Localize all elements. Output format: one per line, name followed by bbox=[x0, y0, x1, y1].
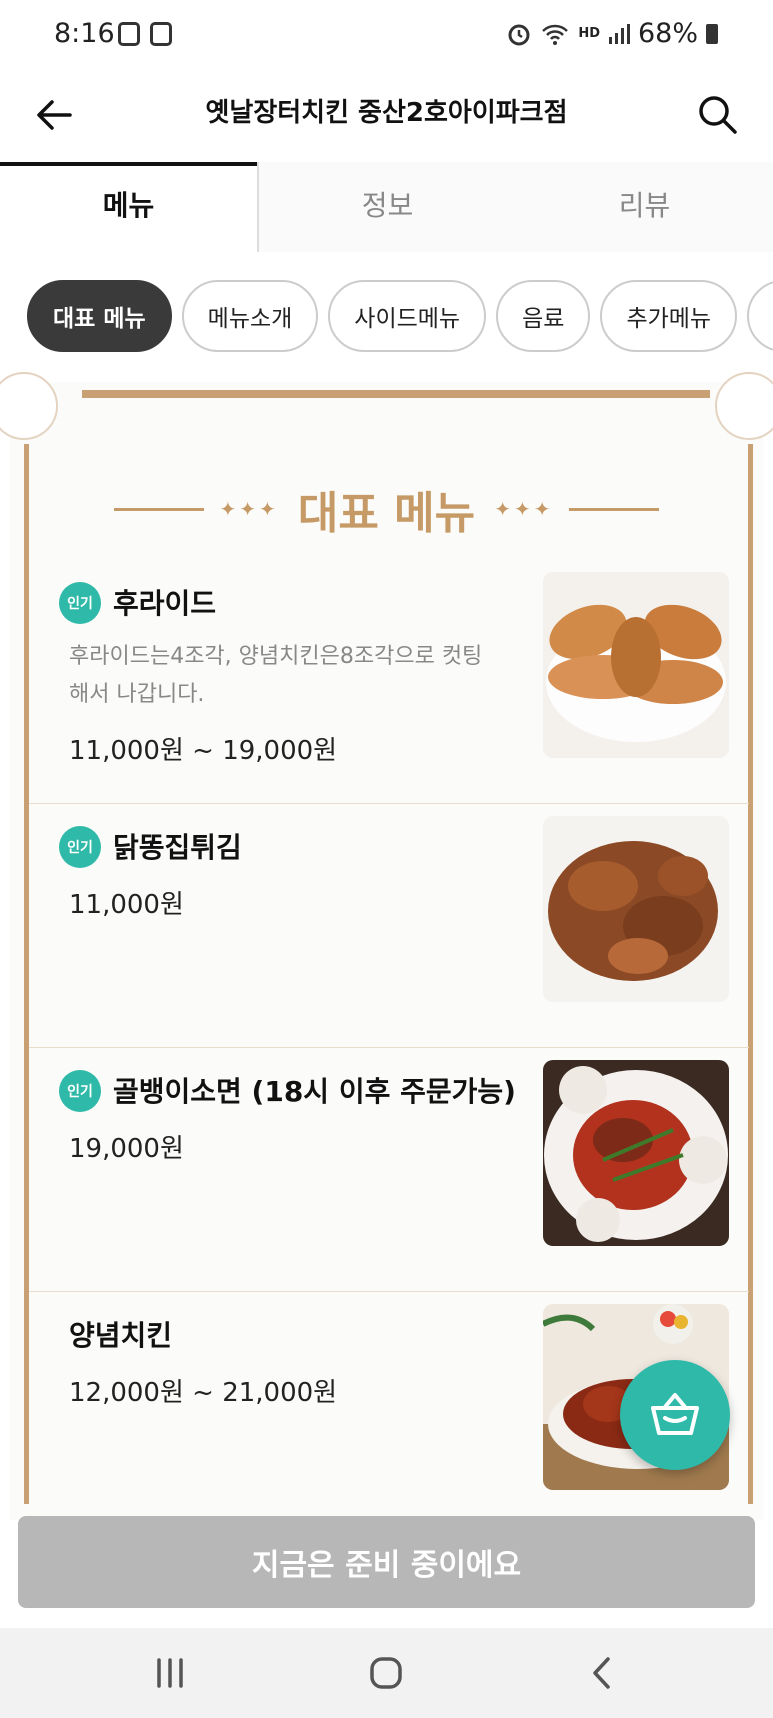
back-icon[interactable] bbox=[578, 1648, 628, 1698]
chip-signature-menu[interactable]: 대표 메뉴 bbox=[27, 280, 172, 352]
page-title: 옛날장터치킨 중산2호아이파크점 bbox=[205, 98, 568, 128]
board-corner-right bbox=[715, 372, 773, 440]
menu-board: ✦✦✦ 대표 메뉴 ✦✦✦ 인기 후라이드 후라이드는4조각, 양념치킨은8조각… bbox=[0, 372, 773, 1520]
shopping-basket-icon bbox=[651, 1393, 699, 1435]
fried-chicken-photo[interactable] bbox=[543, 572, 729, 758]
search-icon[interactable] bbox=[693, 90, 743, 140]
board-corner-left bbox=[0, 372, 58, 440]
menu-item-name: 후라이드 bbox=[113, 587, 217, 620]
header-divider-right bbox=[568, 507, 659, 511]
popular-badge: 인기 bbox=[59, 1070, 101, 1112]
chip-more[interactable]: 주 bbox=[747, 280, 773, 352]
chip-menu-intro[interactable]: 메뉴소개 bbox=[181, 280, 319, 352]
menu-item[interactable]: 인기 후라이드 후라이드는4조각, 양념치킨은8조각으로 컷팅해서 나갑니다. … bbox=[29, 560, 749, 804]
menu-item-name: 골뱅이소면 (18시 이후 주문가능) bbox=[113, 1075, 516, 1108]
header-divider-left bbox=[114, 507, 205, 511]
menu-item-price: 19,000원 bbox=[69, 1134, 184, 1164]
signal-icon bbox=[608, 23, 630, 44]
status-bar: 8:16 HD 68% bbox=[0, 0, 773, 72]
cart-button[interactable] bbox=[620, 1360, 730, 1470]
battery-percent: 68% bbox=[637, 18, 698, 49]
popular-badge: 인기 bbox=[59, 582, 101, 624]
whelk-noodles-photo[interactable] bbox=[543, 1060, 729, 1246]
battery-icon bbox=[706, 23, 718, 44]
ornament-icon: ✦✦✦ bbox=[219, 497, 279, 521]
menu-item-name: 양념치킨 bbox=[69, 1319, 173, 1352]
tab-bar: 메뉴 정보 리뷰 bbox=[0, 162, 773, 254]
menu-item-price: 11,000원 ~ 19,000원 bbox=[69, 736, 338, 766]
menu-item-price: 12,000원 ~ 21,000원 bbox=[69, 1378, 338, 1408]
system-nav-bar bbox=[0, 1628, 773, 1718]
hd-voice-label: HD bbox=[578, 26, 600, 41]
notification-icon bbox=[118, 22, 140, 46]
board-top-border bbox=[82, 390, 710, 398]
chip-extra-menu[interactable]: 추가메뉴 bbox=[600, 280, 738, 352]
tab-reviews[interactable]: 리뷰 bbox=[516, 162, 773, 252]
tab-info[interactable]: 정보 bbox=[259, 162, 516, 252]
section-title: 대표 메뉴 bbox=[297, 488, 476, 539]
menu-item-name: 닭똥집튀김 bbox=[113, 831, 242, 864]
menu-item[interactable]: 인기 골뱅이소면 (18시 이후 주문가능) 19,000원 bbox=[29, 1048, 749, 1292]
tab-menu[interactable]: 메뉴 bbox=[0, 162, 259, 254]
category-chip-bar: 대표 메뉴 메뉴소개 사이드메뉴 음료 추가메뉴 주 bbox=[0, 252, 773, 382]
chip-side-menu[interactable]: 사이드메뉴 bbox=[328, 280, 487, 352]
wifi-icon bbox=[542, 24, 569, 45]
popular-badge: 인기 bbox=[59, 826, 101, 868]
menu-item-description: 후라이드는4조각, 양념치킨은8조각으로 컷팅해서 나갑니다. bbox=[69, 644, 483, 707]
home-icon[interactable] bbox=[361, 1648, 411, 1698]
gizzard-photo[interactable] bbox=[543, 816, 729, 1002]
menu-item-price: 11,000원 bbox=[69, 890, 184, 920]
back-arrow-icon[interactable] bbox=[30, 90, 80, 140]
menu-item[interactable]: 인기 닭똥집튀김 11,000원 bbox=[29, 804, 749, 1048]
section-header: ✦✦✦ 대표 메뉴 ✦✦✦ bbox=[10, 477, 763, 541]
order-button-disabled[interactable]: 지금은 준비 중이에요 bbox=[18, 1516, 755, 1608]
chip-drinks[interactable]: 음료 bbox=[496, 280, 591, 352]
status-time: 8:16 bbox=[54, 18, 115, 49]
recent-apps-icon[interactable] bbox=[145, 1648, 195, 1698]
app-bar: 옛날장터치킨 중산2호아이파크점 bbox=[0, 72, 773, 162]
ornament-icon: ✦✦✦ bbox=[494, 497, 554, 521]
alarm-icon bbox=[508, 24, 530, 45]
app-notification-icon bbox=[150, 22, 172, 46]
